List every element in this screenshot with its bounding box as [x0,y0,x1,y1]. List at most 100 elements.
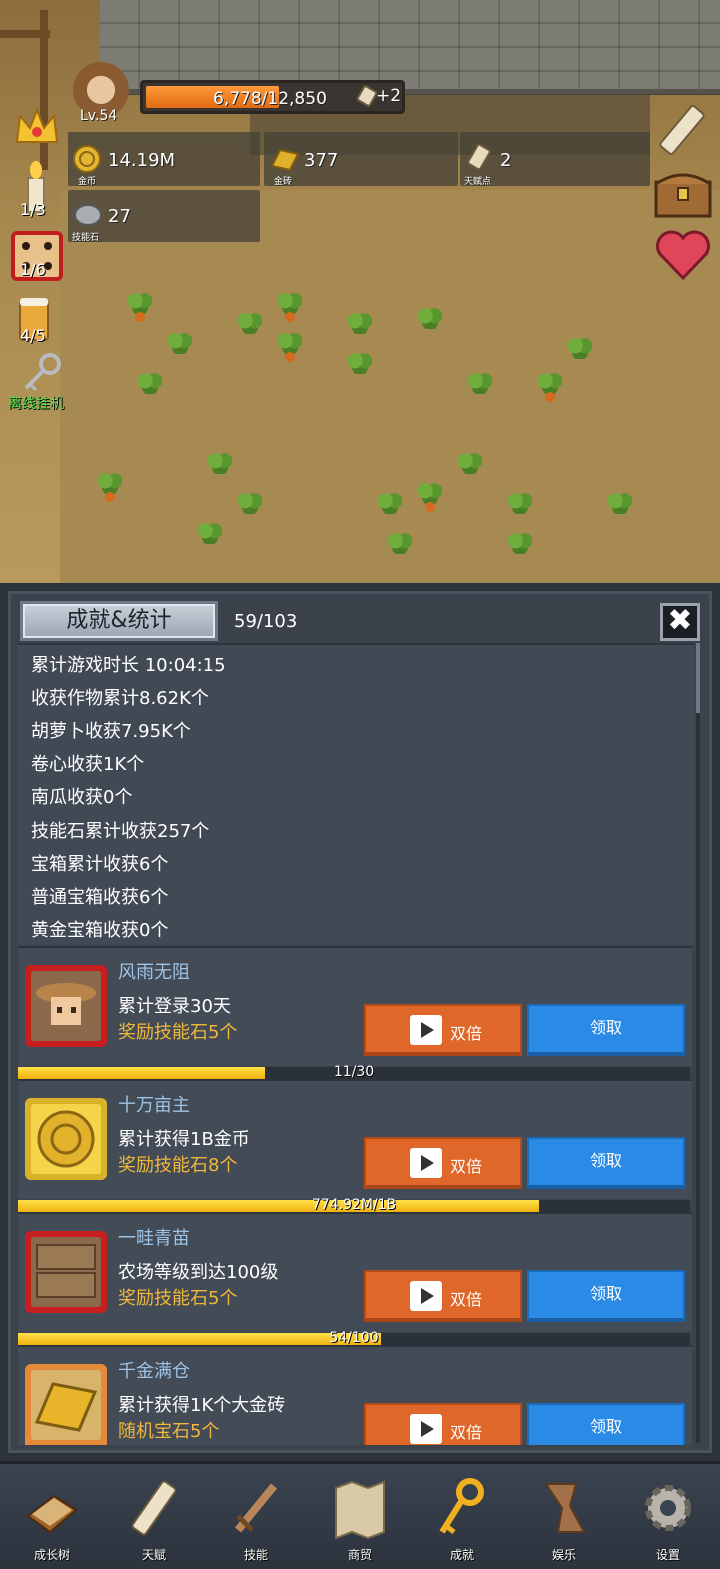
fence-rail [0,30,50,38]
nav-talent[interactable]: 天赋 [114,1472,194,1568]
crop-plant[interactable] [450,450,490,486]
treasure-chest-icon[interactable] [652,164,714,222]
crop-plant[interactable] [230,490,270,526]
video-play-icon [410,1015,442,1045]
scrollbar-thumb[interactable] [696,643,700,713]
achievement-reward: 奖励技能石5个 [118,1022,238,1043]
skill-stone-icon [74,204,102,226]
gold-coin-icon [31,1104,101,1174]
nav-label: 商贸 [347,1548,372,1562]
nav-entertainment[interactable]: 娱乐 [524,1472,604,1568]
nav-growth-tree[interactable]: 成长树 [12,1472,92,1568]
crop-plant[interactable] [500,490,540,526]
achievement-name: 十万亩主 [118,1095,190,1116]
achievement-card: 千金满仓 累计获得1K个大金砖 随机宝石5个 双倍 领取 [18,1345,692,1445]
gold-resource: 14.19M 金币 [68,132,260,187]
crop-plant[interactable] [340,310,380,346]
nav-achievement[interactable]: 成就 [422,1472,502,1568]
player-level: Lv.54 [80,108,118,124]
stat-row: 技能石累计收获257个 [31,821,210,842]
double-reward-button[interactable]: 双倍 [364,1004,522,1056]
scroll-icon [131,1480,177,1536]
achievement-description: 累计获得1K个大金砖 [118,1395,286,1416]
crop-plant[interactable] [380,530,420,566]
claim-button[interactable]: 领取 [527,1270,685,1322]
sword-icon [234,1483,278,1533]
crop-plant[interactable] [200,450,240,486]
gold-coin-icon [73,145,101,173]
crop-plant[interactable] [130,370,170,406]
beer-count: 4/5 [20,326,46,345]
double-label: 双倍 [450,1423,483,1442]
achievement-icon-frame [25,965,107,1047]
carrot-plant[interactable] [270,290,310,326]
achievement-progress-text: 774.92M/1B [311,1197,397,1213]
crop-plant[interactable] [370,490,410,526]
heart-icon[interactable] [654,228,712,282]
double-reward-button[interactable]: 双倍 [364,1137,522,1189]
achievement-panel: 成就&统计 59/103 ✖ 累计游戏时长 10:04:15 收获作物累计8.6… [0,583,720,1461]
crop-plant[interactable] [560,335,600,371]
double-reward-button[interactable]: 双倍 [364,1403,522,1445]
gear-icon [645,1485,691,1531]
crown-icon[interactable] [12,104,62,150]
candle-count: 1/3 [20,200,46,219]
video-play-icon [410,1414,442,1444]
talent-points-label: 天赋点 [464,177,492,187]
nav-label: 天赋 [141,1548,166,1562]
skill-stone-value: 27 [108,206,131,227]
carrot-plant[interactable] [410,480,450,516]
talent-points-value: 2 [500,150,512,171]
afk-key-icon[interactable] [20,352,66,394]
carrot-plant[interactable] [270,330,310,366]
scroll-bundle-icon[interactable] [652,100,712,160]
crop-plant[interactable] [190,520,230,556]
close-button[interactable]: ✖ [660,603,700,641]
farm-scene[interactable]: Lv.54 6,778/12,850 +2 14.19M 金币 377 金砖 2… [0,0,720,583]
claim-button[interactable]: 领取 [527,1137,685,1189]
dice-count: 1/6 [20,260,46,279]
crop-plant[interactable] [500,530,540,566]
afk-label[interactable]: 离线挂机 [8,393,64,413]
achievement-name: 风雨无阻 [118,962,190,983]
video-play-icon [410,1281,442,1311]
gold-brick-label: 金砖 [274,177,293,187]
claim-button[interactable]: 领取 [527,1004,685,1056]
crop-plant[interactable] [160,330,200,366]
crop-plant[interactable] [600,490,640,526]
stat-row: 卷心收获1K个 [31,754,145,775]
book-icon [26,1494,78,1534]
carrot-plant[interactable] [90,470,130,506]
cloth-icon [544,1483,586,1533]
stat-row: 普通宝箱收获6个 [31,887,169,908]
panel-title-tab[interactable]: 成就&统计 [20,601,218,641]
double-label: 双倍 [450,1024,483,1043]
achievement-reward: 随机宝石5个 [118,1421,220,1442]
achievement-icon-frame [25,1098,107,1180]
nav-skill[interactable]: 技能 [216,1472,296,1568]
claim-button[interactable]: 领取 [527,1403,685,1445]
crop-plant[interactable] [230,310,270,346]
achievement-progress-bar: 774.92M/1B [18,1197,690,1213]
stat-row: 南瓜收获0个 [31,787,133,808]
xp-bonus: +2 [376,86,402,106]
carrot-plant[interactable] [530,370,570,406]
crop-plant[interactable] [410,305,450,341]
achievement-progress-text: 11/30 [333,1064,375,1080]
achievement-description: 农场等级到达100级 [118,1262,279,1283]
achievement-icon-frame [25,1231,107,1313]
nav-settings[interactable]: 设置 [628,1472,708,1568]
crop-field[interactable] [60,190,720,583]
carrot-plant[interactable] [120,290,160,326]
talent-scroll-icon [356,85,378,107]
crop-plant[interactable] [460,370,500,406]
crop-plant[interactable] [340,350,380,386]
adventurer-portrait-icon [31,971,101,1041]
achievement-card: 一畦青苗 农场等级到达100级 奖励技能石5个 双倍 领取 [18,1212,692,1332]
double-reward-button[interactable]: 双倍 [364,1270,522,1322]
gold-brick-resource: 377 金砖 [264,132,458,187]
xp-text: 6,778/12,850 [213,89,327,109]
nav-trade[interactable]: 商贸 [320,1472,400,1568]
double-label: 双倍 [450,1157,483,1176]
panel-scrollbar[interactable] [696,643,700,1443]
